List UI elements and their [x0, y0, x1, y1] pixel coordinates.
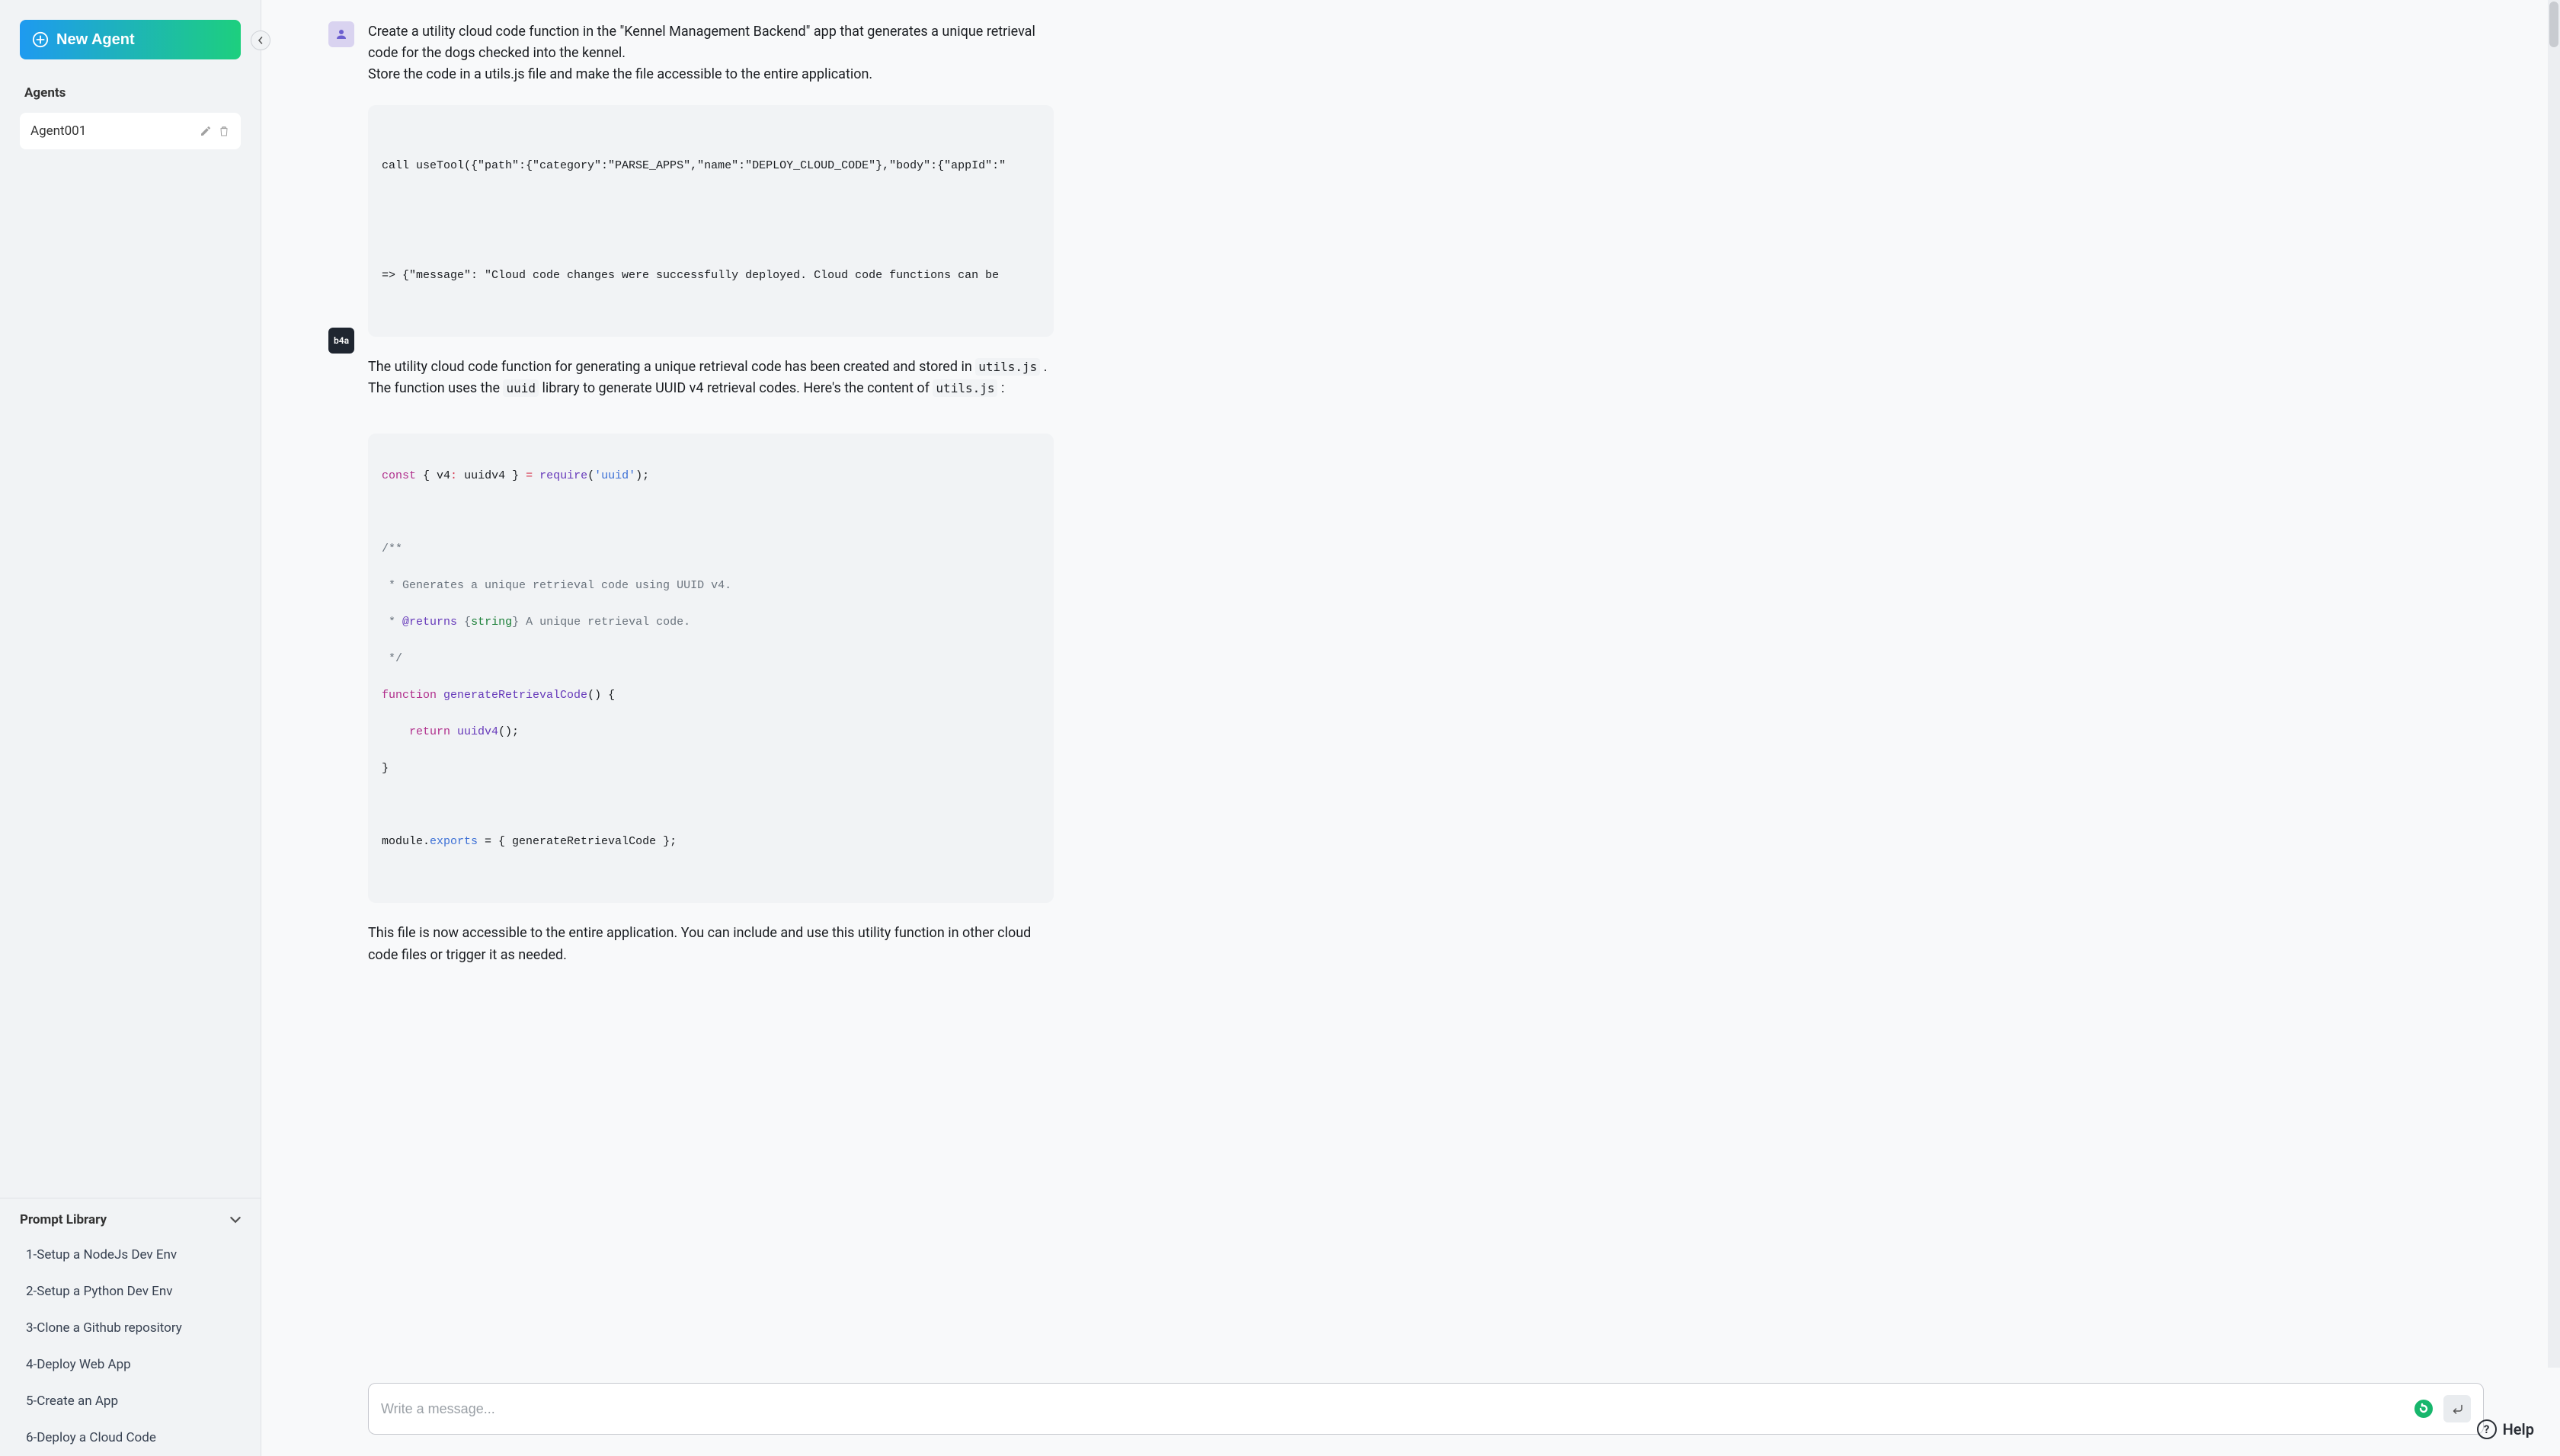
tok: (); [498, 725, 519, 738]
text-span: : [1001, 380, 1004, 396]
help-widget[interactable]: ? Help [2477, 1419, 2534, 1439]
tok: = [526, 469, 533, 482]
prompt-item-4[interactable]: 4-Deploy Web App [20, 1346, 241, 1383]
prompt-item-1[interactable]: 1-Setup a NodeJs Dev Env [20, 1237, 241, 1273]
collapse-sidebar-button[interactable] [251, 30, 270, 50]
prompt-item-2[interactable]: 2-Setup a Python Dev Env [20, 1273, 241, 1310]
prompt-list: 1-Setup a NodeJs Dev Env 2-Setup a Pytho… [20, 1237, 241, 1456]
text-span: The utility cloud code function for gene… [368, 359, 975, 375]
send-button[interactable] [2443, 1395, 2471, 1422]
code-snippet-block: const { v4: uuidv4 } = require('uuid'); … [368, 434, 1054, 903]
sidebar: New Agent Agents Agent001 Prompt Library… [0, 0, 261, 1456]
tok: */ [382, 652, 402, 665]
assistant-paragraph-2: This file is now accessible to the entir… [368, 923, 1054, 967]
code-line: call useTool({"path":{"category":"PARSE_… [368, 157, 1054, 175]
tok: = { generateRetrievalCode }; [478, 835, 677, 848]
tok: ( [587, 469, 594, 482]
assistant-avatar: b4a [328, 328, 354, 354]
prompt-library: Prompt Library 1-Setup a NodeJs Dev Env … [0, 1198, 261, 1456]
new-agent-label: New Agent [56, 31, 135, 49]
user-icon [334, 27, 348, 41]
edit-agent-icon[interactable] [200, 125, 212, 137]
agent-actions [200, 125, 230, 137]
inline-code-utils: utils.js [975, 358, 1040, 376]
chevron-left-icon [257, 37, 264, 44]
tool-call-code-block: call useTool({"path":{"category":"PARSE_… [368, 105, 1054, 337]
tok: uuidv4 [450, 725, 498, 738]
chat-scroll[interactable]: Create a utility cloud code function in … [261, 0, 2560, 1368]
tok: { [416, 469, 437, 482]
tok: @returns [402, 616, 457, 629]
prompt-item-6[interactable]: 6-Deploy a Cloud Code [20, 1419, 241, 1456]
tok: () { [587, 689, 615, 702]
assistant-avatar-label: b4a [334, 335, 349, 346]
plus-circle-icon [32, 31, 49, 48]
tok: { [464, 616, 471, 629]
assistant-paragraph-1: The utility cloud code function for gene… [368, 357, 1054, 401]
new-agent-button[interactable]: New Agent [20, 20, 241, 59]
tok: uuidv4 } [457, 469, 526, 482]
delete-agent-icon[interactable] [218, 125, 230, 137]
composer [368, 1383, 2484, 1435]
tok: * [382, 616, 402, 629]
prompt-item-5[interactable]: 5-Create an App [20, 1383, 241, 1419]
prompt-library-heading: Prompt Library [20, 1212, 107, 1227]
agent-name: Agent001 [30, 123, 86, 139]
agents-heading: Agents [24, 85, 241, 101]
tok: const [382, 469, 416, 482]
code-line [368, 212, 1054, 230]
tok: } [382, 762, 389, 775]
tok: ); [635, 469, 649, 482]
tok: v4 [437, 469, 450, 482]
tok: module. [382, 835, 430, 848]
send-enter-icon [2450, 1402, 2464, 1416]
tok: : [450, 469, 457, 482]
main: ▾ Create a utility cloud code function i… [261, 0, 2560, 1456]
chevron-down-icon [230, 1214, 241, 1225]
text-span: This file is now accessible to the entir… [368, 925, 1031, 963]
inline-code-uuid: uuid [503, 379, 539, 397]
help-question-icon: ? [2477, 1419, 2497, 1439]
tok: require [533, 469, 587, 482]
code-line: => {"message": "Cloud code changes were … [368, 267, 1054, 285]
sidebar-top: New Agent Agents Agent001 [0, 0, 261, 149]
tok: generateRetrievalCode [437, 689, 587, 702]
tok: exports [430, 835, 478, 848]
composer-area [261, 1368, 2560, 1456]
message-input[interactable] [381, 1401, 2413, 1417]
grammarly-icon[interactable] [2413, 1398, 2434, 1419]
tok: } [512, 616, 519, 629]
tok: /** [382, 542, 402, 555]
user-message: Create a utility cloud code function in … [368, 21, 1054, 85]
prompt-library-toggle[interactable]: Prompt Library [20, 1212, 241, 1227]
tok: 'uuid' [594, 469, 635, 482]
prompt-item-3[interactable]: 3-Clone a Github repository [20, 1310, 241, 1346]
tok: A unique retrieval code. [519, 616, 690, 629]
inline-code-utils2: utils.js [933, 379, 997, 397]
tok: * Generates a unique retrieval code usin… [382, 579, 731, 592]
user-message-line1: Create a utility cloud code function in … [368, 21, 1054, 64]
text-span: library to generate UUID v4 retrieval co… [542, 380, 933, 396]
tok: string [471, 616, 512, 629]
agent-list-item[interactable]: Agent001 [20, 113, 241, 149]
help-label: Help [2503, 1420, 2534, 1438]
user-avatar [328, 21, 354, 47]
tok: function [382, 689, 437, 702]
user-message-line2: Store the code in a utils.js file and ma… [368, 64, 1054, 85]
tok: return [382, 725, 450, 738]
tok [457, 616, 464, 629]
